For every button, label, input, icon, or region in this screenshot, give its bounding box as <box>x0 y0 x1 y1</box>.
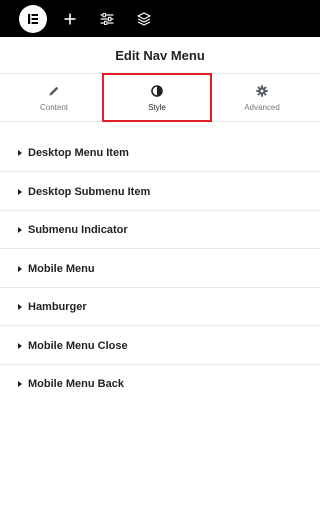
caret-right-icon <box>18 381 22 387</box>
section-mobile-menu[interactable]: Mobile Menu <box>0 250 320 288</box>
caret-right-icon <box>18 265 22 272</box>
tab-label: Style <box>148 102 166 112</box>
section-label: Mobile Menu <box>28 262 95 275</box>
section-mobile-menu-close[interactable]: Mobile Menu Close <box>0 327 320 365</box>
tab-content[interactable]: Content <box>2 74 106 122</box>
tab-style[interactable]: Style <box>105 74 209 122</box>
section-mobile-menu-back[interactable]: Mobile Menu Back <box>0 365 320 403</box>
tab-advanced[interactable]: Advanced <box>210 74 314 122</box>
elementor-logo-icon[interactable] <box>19 5 47 33</box>
gear-icon <box>256 84 268 97</box>
section-desktop-menu-item[interactable]: Desktop Menu Item <box>0 134 320 172</box>
caret-right-icon <box>18 188 22 195</box>
caret-right-icon <box>18 303 22 310</box>
section-hamburger[interactable]: Hamburger <box>0 288 320 326</box>
caret-right-icon <box>18 342 22 349</box>
section-label: Mobile Menu Close <box>28 339 128 352</box>
caret-right-icon <box>18 226 22 233</box>
section-label: Desktop Menu Item <box>28 146 129 159</box>
pencil-icon <box>49 86 59 95</box>
section-desktop-submenu-item[interactable]: Desktop Submenu Item <box>0 173 320 211</box>
panel-tabs: Content Style Advanced <box>0 74 320 122</box>
section-label: Desktop Submenu Item <box>28 185 151 198</box>
contrast-icon <box>151 84 163 97</box>
section-label: Mobile Menu Back <box>28 378 124 390</box>
section-label: Hamburger <box>28 300 87 313</box>
panel-title: Edit Nav Menu <box>0 37 320 74</box>
tab-label: Content <box>39 102 69 112</box>
top-toolbar <box>0 0 320 37</box>
section-submenu-indicator[interactable]: Submenu Indicator <box>0 211 320 249</box>
layers-icon[interactable] <box>133 8 155 30</box>
plus-icon[interactable] <box>59 8 81 30</box>
caret-right-icon <box>18 149 22 156</box>
tab-label: Advanced <box>244 102 280 112</box>
section-label: Submenu Indicator <box>28 223 128 236</box>
sliders-icon[interactable] <box>96 8 118 30</box>
